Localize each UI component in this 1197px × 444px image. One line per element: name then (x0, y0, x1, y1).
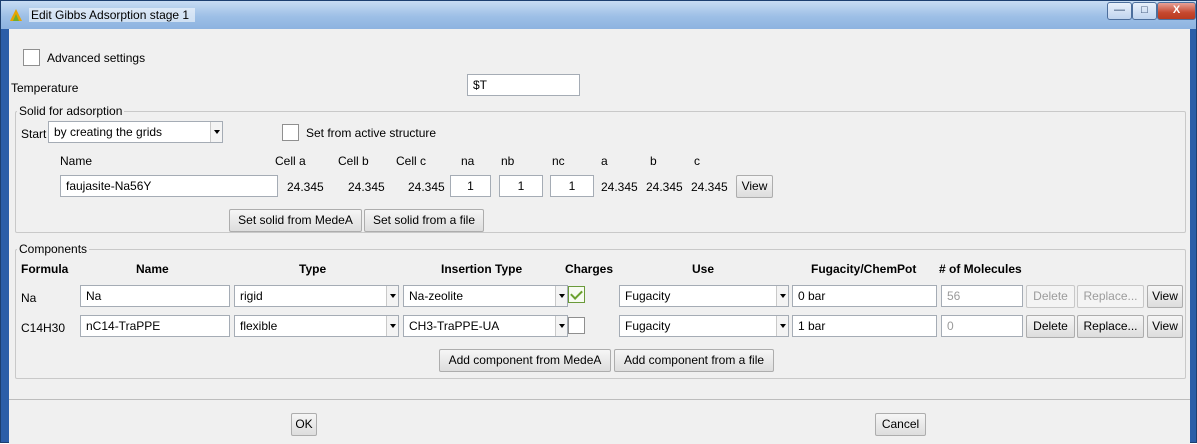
view-solid-button[interactable]: View (736, 175, 773, 198)
temperature-input[interactable]: $T (467, 74, 580, 96)
row1-replace-button: Replace... (1077, 285, 1144, 308)
b-header: b (650, 154, 657, 168)
row2-molecules-input[interactable]: 0 (941, 315, 1023, 337)
set-active-structure-label: Set from active structure (306, 126, 437, 140)
c-header: c (694, 154, 700, 168)
chevron-down-icon (386, 286, 398, 306)
chevron-down-icon (776, 286, 788, 306)
row1-name-input[interactable]: Na (80, 285, 230, 307)
row1-charges-checkbox[interactable] (568, 286, 585, 303)
solid-group-title: Solid for adsorption (17, 104, 125, 118)
row1-insertion-value: Na-zeolite (409, 289, 464, 303)
row2-fugacity-input[interactable]: 1 bar (792, 315, 937, 337)
chevron-down-icon (555, 316, 567, 336)
na-input[interactable]: 1 (450, 175, 491, 197)
set-solid-medea-button[interactable]: Set solid from MedeA (229, 209, 362, 232)
row1-molecules-input: 56 (941, 285, 1023, 307)
footer-separator (9, 399, 1190, 400)
row2-use-select[interactable]: Fugacity (619, 315, 789, 337)
close-button[interactable]: X (1157, 2, 1196, 20)
component-name-header: Name (136, 262, 169, 276)
row1-use-select[interactable]: Fugacity (619, 285, 789, 307)
add-component-medea-button[interactable]: Add component from MedeA (439, 349, 611, 372)
ok-button[interactable]: OK (291, 413, 317, 436)
cell-c-value: 24.345 (408, 180, 445, 194)
row1-delete-button: Delete (1026, 285, 1075, 308)
row2-formula: C14H30 (21, 321, 66, 335)
formula-header: Formula (21, 262, 69, 276)
chevron-down-icon (386, 316, 398, 336)
chevron-down-icon (210, 122, 222, 142)
nb-input[interactable]: 1 (499, 175, 543, 197)
row2-type-value: flexible (240, 319, 278, 333)
chevron-down-icon (555, 286, 567, 306)
na-header: na (461, 154, 475, 168)
molecules-header: # of Molecules (939, 262, 1022, 276)
minimize-button[interactable]: — (1107, 2, 1132, 20)
nc-header: nc (552, 154, 565, 168)
charges-header: Charges (565, 262, 614, 276)
cell-c-header: Cell c (396, 154, 427, 168)
nc-input[interactable]: 1 (550, 175, 594, 197)
row1-use-value: Fugacity (625, 289, 671, 303)
window-border (1, 91, 4, 421)
row1-type-select[interactable]: rigid (234, 285, 399, 307)
solid-name-header: Name (60, 154, 93, 168)
cell-b-header: Cell b (338, 154, 369, 168)
row1-insertion-select[interactable]: Na-zeolite (403, 285, 568, 307)
nb-header: nb (501, 154, 515, 168)
components-group-title: Components (17, 242, 90, 256)
start-label: Start (21, 127, 47, 141)
row1-fugacity-input[interactable]: 0 bar (792, 285, 937, 307)
a-value: 24.345 (601, 180, 638, 194)
row2-delete-button[interactable]: Delete (1026, 315, 1075, 338)
row1-type-value: rigid (240, 289, 263, 303)
row2-name-input[interactable]: nC14-TraPPE (80, 315, 230, 337)
a-header: a (601, 154, 608, 168)
cell-a-value: 24.345 (287, 180, 324, 194)
row1-view-button[interactable]: View (1147, 285, 1183, 308)
maximize-button[interactable]: □ (1132, 2, 1157, 20)
set-active-structure-checkbox[interactable] (282, 124, 299, 141)
type-header: Type (299, 262, 327, 276)
window-title: Edit Gibbs Adsorption stage 1 (29, 8, 196, 22)
cancel-button[interactable]: Cancel (875, 413, 926, 436)
advanced-settings-checkbox[interactable] (23, 49, 40, 66)
b-value: 24.345 (646, 180, 683, 194)
app-icon (10, 9, 22, 21)
row2-insertion-value: CH3-TraPPE-UA (409, 319, 500, 333)
use-header: Use (692, 262, 715, 276)
chevron-down-icon (776, 316, 788, 336)
row2-charges-checkbox[interactable] (568, 317, 585, 334)
solid-name-input[interactable]: faujasite-Na56Y (60, 175, 278, 197)
advanced-settings-label: Advanced settings (47, 51, 146, 65)
c-value: 24.345 (691, 180, 728, 194)
row2-use-value: Fugacity (625, 319, 671, 333)
row2-view-button[interactable]: View (1147, 315, 1183, 338)
start-select[interactable]: by creating the grids (48, 121, 223, 143)
temperature-label: Temperature (11, 81, 79, 95)
dialog-body: Advanced settings Temperature $T Solid f… (9, 29, 1190, 444)
row1-formula: Na (21, 291, 37, 305)
start-select-value: by creating the grids (54, 125, 163, 139)
title-bar[interactable]: Edit Gibbs Adsorption stage 1 — □ X (1, 1, 1196, 29)
row2-replace-button[interactable]: Replace... (1077, 315, 1144, 338)
add-component-file-button[interactable]: Add component from a file (614, 349, 774, 372)
row2-type-select[interactable]: flexible (234, 315, 399, 337)
set-solid-file-button[interactable]: Set solid from a file (364, 209, 484, 232)
fugacity-header: Fugacity/ChemPot (811, 262, 917, 276)
insertion-type-header: Insertion Type (441, 262, 523, 276)
row2-insertion-select[interactable]: CH3-TraPPE-UA (403, 315, 568, 337)
cell-b-value: 24.345 (348, 180, 385, 194)
cell-a-header: Cell a (275, 154, 306, 168)
dialog-window: Edit Gibbs Adsorption stage 1 — □ X Adva… (0, 0, 1197, 444)
